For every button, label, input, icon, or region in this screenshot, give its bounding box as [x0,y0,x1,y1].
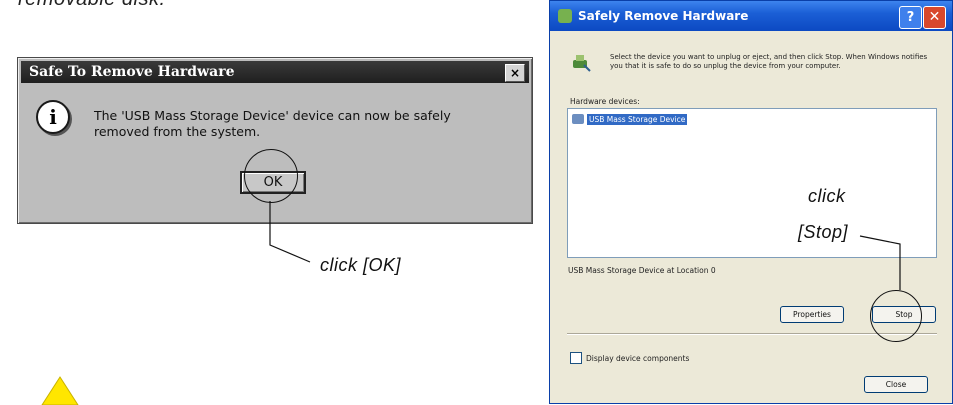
callout-line-stop [859,235,901,290]
warning-icon [41,376,79,405]
highlight-circle-stop [870,290,922,342]
